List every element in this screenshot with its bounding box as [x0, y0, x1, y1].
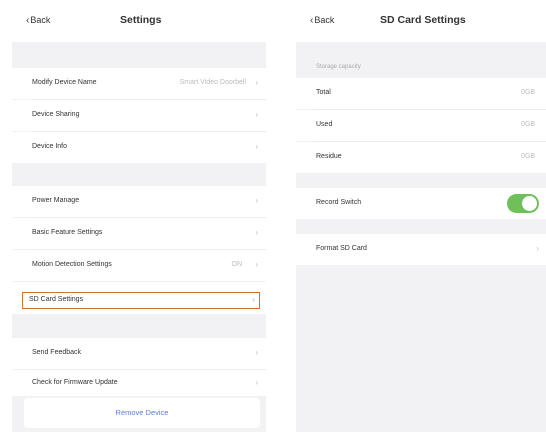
item-value: 0GB	[520, 153, 535, 160]
list-item-basic-feature-settings[interactable]: Basic Feature Settings ›	[12, 218, 266, 249]
page-title: Settings	[120, 14, 162, 26]
item-label: Record Switch	[316, 199, 362, 206]
item-label: Device Sharing	[32, 111, 80, 118]
item-label: Total	[316, 89, 331, 96]
chevron-left-icon: ‹	[26, 15, 30, 26]
toggle-knob	[522, 196, 537, 211]
list-item-sd-card-settings[interactable]: SD Card Settings ›	[22, 292, 260, 309]
list-item-power-manage[interactable]: Power Manage ›	[12, 186, 266, 217]
back-label: Back	[314, 15, 335, 25]
settings-panel: ‹Back Settings Modify Device Name Smart …	[12, 0, 266, 432]
chevron-right-icon: ›	[255, 378, 258, 387]
sd-card-settings-panel: ‹Back SD Card Settings Storage capacity …	[296, 0, 546, 432]
storage-row-used: Used 0GB	[296, 110, 546, 141]
chevron-right-icon: ›	[255, 260, 258, 269]
item-label: Basic Feature Settings	[32, 229, 103, 236]
list-item-modify-device-name[interactable]: Modify Device Name Smart Video Doorbell …	[12, 68, 266, 99]
list-item-device-info[interactable]: Device Info ›	[12, 132, 266, 163]
list-item-device-sharing[interactable]: Device Sharing ›	[12, 100, 266, 131]
section-label-storage: Storage capacity	[316, 64, 361, 70]
back-label: Back	[30, 15, 51, 25]
list-item-motion-detection-settings[interactable]: Motion Detection Settings ON ›	[12, 250, 266, 281]
item-value: 0GB	[520, 121, 535, 128]
list-item-send-feedback[interactable]: Send Feedback ›	[12, 338, 266, 369]
chevron-right-icon: ›	[255, 196, 258, 205]
item-label: Send Feedback	[32, 349, 82, 356]
item-label: Motion Detection Settings	[32, 261, 112, 268]
item-label: Check for Firmware Update	[32, 379, 118, 386]
item-label: SD Card Settings	[29, 296, 84, 303]
remove-device-button[interactable]: Remove Device	[24, 398, 260, 428]
storage-row-total: Total 0GB	[296, 78, 546, 109]
item-label: Device Info	[32, 143, 68, 150]
page-title: SD Card Settings	[380, 14, 466, 26]
chevron-right-icon: ›	[255, 228, 258, 237]
chevron-right-icon: ›	[252, 295, 255, 304]
chevron-left-icon: ‹	[310, 15, 314, 26]
chevron-right-icon: ›	[536, 244, 539, 253]
item-label: Modify Device Name	[32, 79, 97, 86]
item-value: 0GB	[520, 89, 535, 96]
item-value: Smart Video Doorbell	[179, 79, 246, 86]
item-label: Used	[316, 121, 333, 128]
chevron-right-icon: ›	[255, 348, 258, 357]
chevron-right-icon: ›	[255, 78, 258, 87]
sd-card-header: ‹Back SD Card Settings	[296, 0, 546, 42]
list-item-check-firmware-update[interactable]: Check for Firmware Update ›	[12, 370, 266, 396]
settings-header: ‹Back Settings	[12, 0, 266, 42]
record-switch-toggle[interactable]	[507, 194, 539, 213]
item-label: Residue	[316, 153, 342, 160]
record-switch-row: Record Switch	[296, 188, 546, 219]
back-button[interactable]: ‹Back	[26, 15, 50, 26]
item-label: Power Manage	[32, 197, 80, 204]
back-button[interactable]: ‹Back	[310, 15, 334, 26]
chevron-right-icon: ›	[255, 142, 258, 151]
list-item-format-sd-card[interactable]: Format SD Card ›	[296, 234, 546, 265]
chevron-right-icon: ›	[255, 110, 258, 119]
item-label: Format SD Card	[316, 245, 367, 252]
storage-row-residue: Residue 0GB	[296, 142, 546, 173]
item-value: ON	[231, 261, 243, 268]
